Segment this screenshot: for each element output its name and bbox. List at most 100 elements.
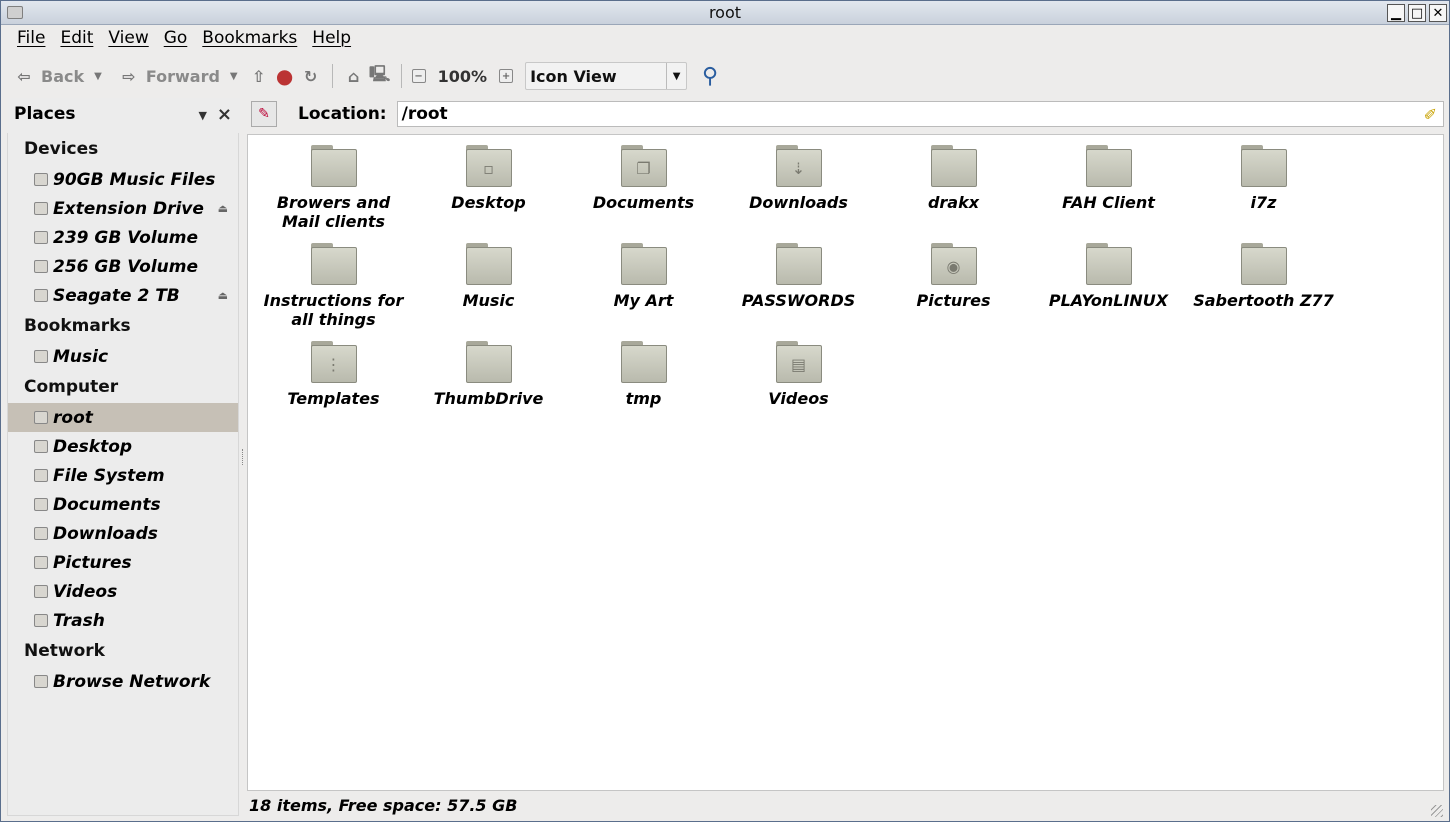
sidebar-item[interactable]: File System: [8, 461, 238, 490]
drive-icon: [34, 498, 48, 511]
folder-item[interactable]: Music: [411, 243, 566, 341]
back-history-dropdown-icon[interactable]: ▼: [94, 71, 102, 82]
folder-icon: ▤: [775, 341, 822, 383]
back-arrow-icon: ⇦: [17, 66, 31, 86]
sidebar-close-icon[interactable]: ×: [217, 104, 232, 125]
sidebar-item-label: 256 GB Volume: [53, 256, 199, 277]
eject-icon[interactable]: ⏏: [218, 289, 228, 302]
folder-item[interactable]: ◉ Pictures: [876, 243, 1031, 341]
sidebar-item-label: Browse Network: [53, 671, 211, 692]
folder-icon: [1240, 243, 1287, 285]
folder-item[interactable]: FAH Client: [1031, 145, 1186, 243]
folder-item[interactable]: drakx: [876, 145, 1031, 243]
location-input[interactable]: /root ✐: [396, 101, 1444, 127]
sidebar-item[interactable]: Desktop: [8, 432, 238, 461]
folder-item[interactable]: ⇣ Downloads: [721, 145, 876, 243]
sidebar-item[interactable]: 239 GB Volume: [8, 223, 238, 252]
menu-file[interactable]: File: [17, 28, 45, 54]
clear-broom-icon[interactable]: ✐: [1424, 105, 1437, 124]
stop-icon[interactable]: ●: [274, 64, 296, 88]
reload-icon[interactable]: ↻: [300, 65, 322, 87]
zoom-in-icon[interactable]: +: [499, 69, 514, 83]
sidebar-item[interactable]: Pictures: [8, 548, 238, 577]
sidebar-item[interactable]: Videos: [8, 577, 238, 606]
sidebar-item[interactable]: Music: [8, 342, 238, 371]
sidebar-item[interactable]: Trash: [8, 606, 238, 635]
sidebar-item-label: Downloads: [53, 523, 158, 544]
folder-item[interactable]: i7z: [1186, 145, 1341, 243]
toggle-location-edit-button[interactable]: ✎: [251, 101, 277, 127]
title-bar[interactable]: root ▁ □ ✕: [1, 1, 1449, 25]
pane-resize-handle[interactable]: [242, 449, 245, 465]
places-header: Places ▼ ×: [7, 98, 240, 130]
folder-item[interactable]: PLAYonLINUX: [1031, 243, 1186, 341]
folder-icon: ⇣: [775, 145, 822, 187]
folder-icon: ▫: [465, 145, 512, 187]
folder-item[interactable]: Sabertooth Z77: [1186, 243, 1341, 341]
computer-icon[interactable]: 🖳: [369, 64, 391, 87]
folder-item[interactable]: Instructions for all things: [256, 243, 411, 341]
forward-history-dropdown-icon[interactable]: ▼: [230, 71, 238, 82]
zoom-level[interactable]: 100%: [430, 67, 495, 86]
view-mode-select[interactable]: Icon View ▼: [525, 62, 688, 90]
sidebar-item[interactable]: root: [8, 403, 238, 432]
sidebar-item-label: 90GB Music Files: [53, 169, 216, 190]
sidebar-item[interactable]: 256 GB Volume: [8, 252, 238, 281]
drive-icon: [34, 173, 48, 186]
file-icon-view[interactable]: Browers and Mail clients ▫ Desktop ❐ Documen…: [247, 134, 1444, 791]
menu-go[interactable]: Go: [164, 28, 188, 54]
sidebar-item[interactable]: Seagate 2 TB ⏏: [8, 281, 238, 310]
sidebar-type-dropdown-icon[interactable]: ▼: [199, 109, 207, 122]
sidebar-item-label: Extension Drive: [53, 198, 204, 219]
folder-item[interactable]: tmp: [566, 341, 721, 439]
drive-icon: [34, 585, 48, 598]
eject-icon[interactable]: ⏏: [218, 202, 228, 215]
folder-icon: ❐: [620, 145, 667, 187]
places-sidebar: Places ▼ × Devices 90GB Music Files Extens…: [7, 98, 240, 817]
folder-item[interactable]: ⋮ Templates: [256, 341, 411, 439]
folder-item[interactable]: ❐ Documents: [566, 145, 721, 243]
forward-button[interactable]: ⇨ Forward ▼: [112, 61, 244, 91]
folder-label: i7z: [1250, 193, 1277, 212]
resize-grip-icon[interactable]: [1431, 805, 1443, 817]
folder-label: PASSWORDS: [741, 291, 856, 310]
folder-label: Sabertooth Z77: [1193, 291, 1334, 310]
folder-label: Browers and Mail clients: [276, 193, 391, 231]
sidebar-item-label: 239 GB Volume: [53, 227, 199, 248]
sidebar-item[interactable]: Documents: [8, 490, 238, 519]
menu-edit[interactable]: Edit: [60, 28, 93, 54]
menu-bar: File Edit View Go Bookmarks Help: [7, 28, 351, 54]
folder-item[interactable]: ▫ Desktop: [411, 145, 566, 243]
folder-item[interactable]: ThumbDrive: [411, 341, 566, 439]
folder-item[interactable]: PASSWORDS: [721, 243, 876, 341]
menu-view[interactable]: View: [108, 28, 148, 54]
menu-help[interactable]: Help: [312, 28, 351, 54]
chevron-down-icon: ▼: [666, 63, 686, 89]
folder-item[interactable]: My Art: [566, 243, 721, 341]
folder-item[interactable]: ▤ Videos: [721, 341, 876, 439]
toolbar-separator: [400, 64, 402, 88]
folder-label: FAH Client: [1062, 193, 1155, 212]
folder-item[interactable]: Browers and Mail clients: [256, 145, 411, 243]
toolbar-separator: [331, 64, 333, 88]
maximize-button[interactable]: □: [1408, 4, 1426, 22]
sidebar-item[interactable]: Browse Network: [8, 667, 238, 696]
sidebar-item[interactable]: 90GB Music Files: [8, 165, 238, 194]
back-button[interactable]: ⇦ Back ▼: [7, 61, 108, 91]
forward-label: Forward: [145, 66, 220, 86]
close-button[interactable]: ✕: [1429, 4, 1447, 22]
sidebar-item[interactable]: Extension Drive ⏏: [8, 194, 238, 223]
status-bar: 18 items, Free space: 57.5 GB: [249, 796, 518, 815]
home-icon[interactable]: ⌂: [343, 65, 365, 87]
drive-icon: [34, 202, 48, 215]
menu-bookmarks[interactable]: Bookmarks: [202, 28, 297, 54]
sidebar-item-label: Videos: [53, 581, 118, 602]
drive-icon: [34, 556, 48, 569]
search-icon[interactable]: ⚲: [699, 64, 721, 89]
minimize-button[interactable]: ▁: [1387, 4, 1405, 22]
zoom-out-icon[interactable]: −: [411, 69, 426, 83]
folder-icon: [310, 145, 357, 187]
drive-icon: [34, 231, 48, 244]
up-arrow-icon[interactable]: ⇧: [248, 65, 270, 87]
sidebar-item[interactable]: Downloads: [8, 519, 238, 548]
